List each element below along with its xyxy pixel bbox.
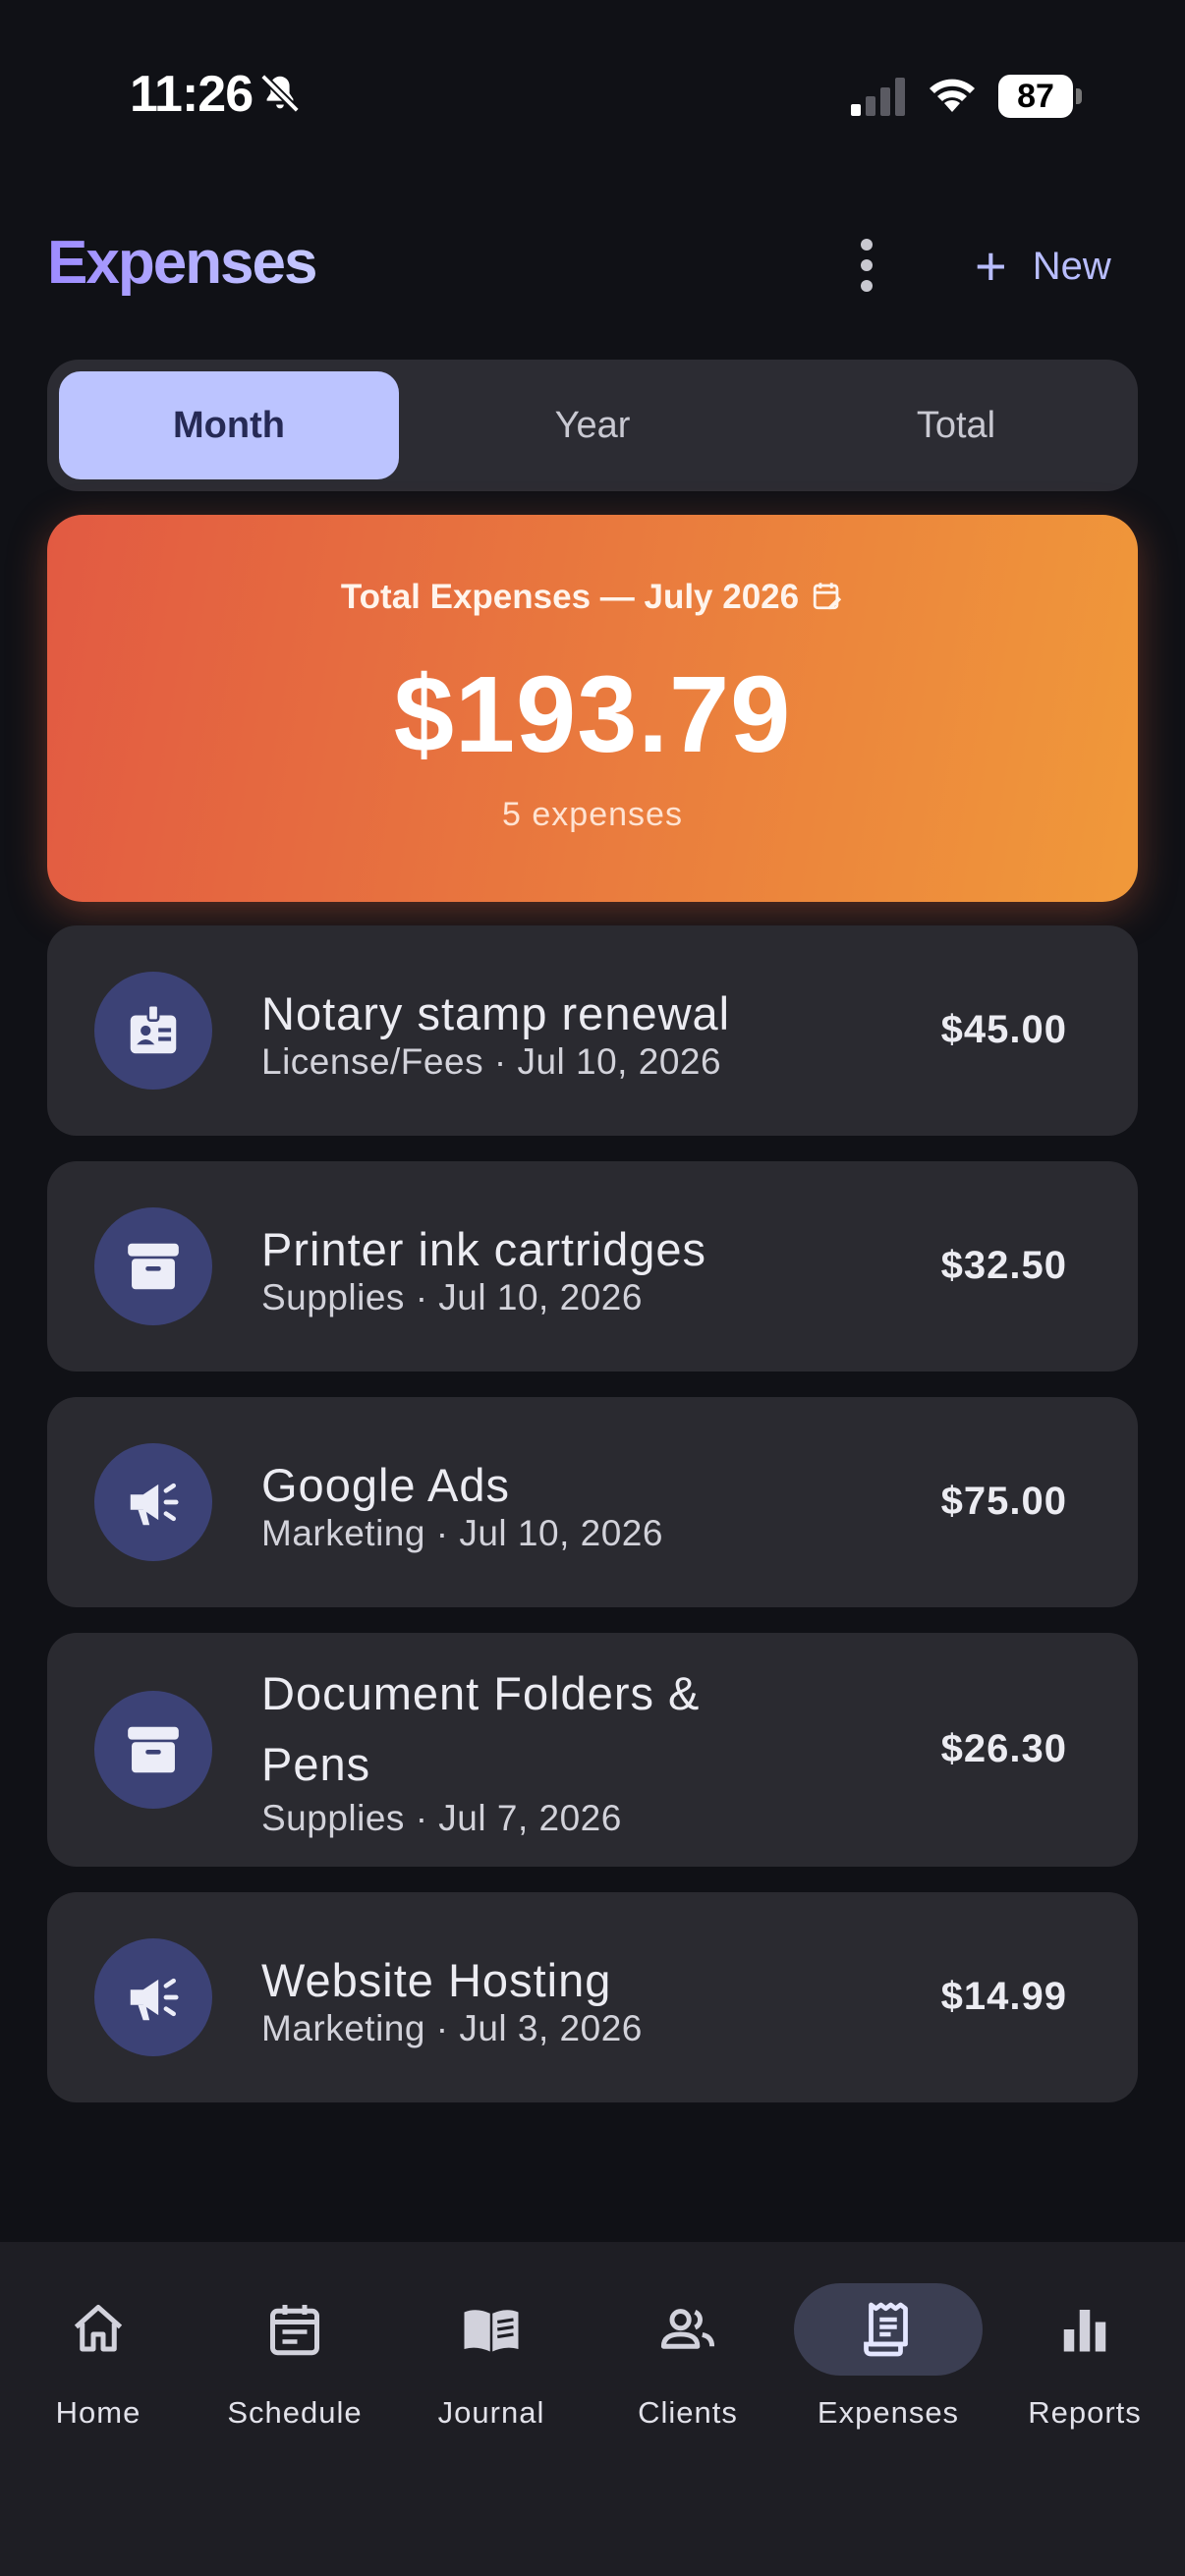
- summary-label-row: Total Expenses — July 2026: [47, 578, 1138, 617]
- nav-expenses[interactable]: Expenses: [790, 2242, 987, 2438]
- expense-item[interactable]: Google Ads Marketing · Jul 10, 2026 $75.…: [47, 1397, 1138, 1607]
- expense-amount: $32.50: [940, 1244, 1067, 1287]
- tab-total[interactable]: Total: [786, 371, 1126, 479]
- nav-reports[interactable]: Reports: [987, 2242, 1183, 2438]
- people-icon: [660, 2309, 715, 2349]
- bar-chart-icon: [1063, 2310, 1106, 2352]
- tab-month[interactable]: Month: [59, 371, 399, 479]
- calendar-edit-icon[interactable]: [811, 579, 844, 612]
- summary-label: Total Expenses — July 2026: [340, 578, 800, 616]
- archive-icon: [94, 1207, 212, 1325]
- expense-subtitle: Marketing · Jul 3, 2026: [261, 2008, 643, 2048]
- expense-item[interactable]: Document Folders & Pens Supplies · Jul 7…: [47, 1633, 1138, 1867]
- expense-item[interactable]: Website Hosting Marketing · Jul 3, 2026 …: [47, 1892, 1138, 2102]
- nav-label: Clients: [638, 2395, 738, 2430]
- bell-muted-icon: [260, 74, 300, 113]
- nav-label: Schedule: [227, 2395, 363, 2430]
- summary-amount: $193.79: [393, 654, 792, 775]
- total-expenses-card: Total Expenses — July 2026 $193.79 5 exp…: [47, 515, 1138, 902]
- expense-title: Printer ink cartridges: [261, 1223, 706, 1275]
- receipt-icon: [864, 2302, 908, 2357]
- megaphone-icon: [94, 1443, 212, 1561]
- battery-indicator: 87: [998, 75, 1082, 118]
- tab-year[interactable]: Year: [423, 371, 762, 479]
- expense-amount: $45.00: [940, 1008, 1067, 1051]
- expense-title: Website Hosting: [261, 1954, 612, 2006]
- expense-amount: $26.30: [940, 1727, 1067, 1770]
- expense-title: Google Ads: [261, 1459, 511, 1511]
- more-vert-icon: [861, 239, 873, 251]
- period-segmented-control: Month Year Total: [47, 360, 1138, 491]
- badge-icon: [94, 972, 212, 1090]
- expense-subtitle: Marketing · Jul 10, 2026: [261, 1513, 663, 1553]
- nav-clients[interactable]: Clients: [590, 2242, 786, 2438]
- bottom-navigation: Home Schedule Journal Clients Expenses R…: [0, 2242, 1185, 2576]
- calendar-icon: [270, 2305, 319, 2356]
- nav-label: Journal: [437, 2395, 545, 2430]
- home-icon: [74, 2305, 123, 2352]
- more-options-button[interactable]: [841, 228, 892, 303]
- expense-amount: $14.99: [940, 1975, 1067, 2018]
- new-label: New: [1032, 244, 1111, 288]
- megaphone-icon: [94, 1938, 212, 2056]
- nav-home[interactable]: Home: [0, 2242, 197, 2438]
- nav-schedule[interactable]: Schedule: [197, 2242, 393, 2438]
- archive-icon: [94, 1691, 212, 1809]
- new-expense-button[interactable]: + New: [975, 232, 1111, 301]
- page-title: Expenses: [47, 229, 318, 297]
- expense-title: Notary stamp renewal: [261, 987, 731, 1039]
- book-icon: [464, 2310, 519, 2352]
- expense-subtitle: License/Fees · Jul 10, 2026: [261, 1041, 722, 1082]
- signal-icon: [851, 78, 905, 116]
- wifi-icon: [930, 79, 975, 112]
- nav-journal[interactable]: Journal: [393, 2242, 590, 2438]
- expense-subtitle: Supplies · Jul 7, 2026: [261, 1798, 622, 1838]
- expense-item[interactable]: Printer ink cartridges Supplies · Jul 10…: [47, 1161, 1138, 1372]
- plus-icon: +: [975, 235, 1007, 297]
- expense-subtitle: Supplies · Jul 10, 2026: [261, 1277, 643, 1317]
- expense-title: Document Folders & Pens: [261, 1667, 701, 1790]
- status-bar: 11:26 87: [0, 0, 1185, 196]
- expense-item[interactable]: Notary stamp renewal License/Fees · Jul …: [47, 925, 1138, 1136]
- nav-label: Home: [55, 2395, 141, 2430]
- expense-amount: $75.00: [940, 1480, 1067, 1523]
- status-time: 11:26: [130, 66, 254, 123]
- nav-label: Reports: [1028, 2395, 1142, 2430]
- nav-label: Expenses: [817, 2395, 960, 2430]
- summary-count: 5 expenses: [502, 796, 683, 833]
